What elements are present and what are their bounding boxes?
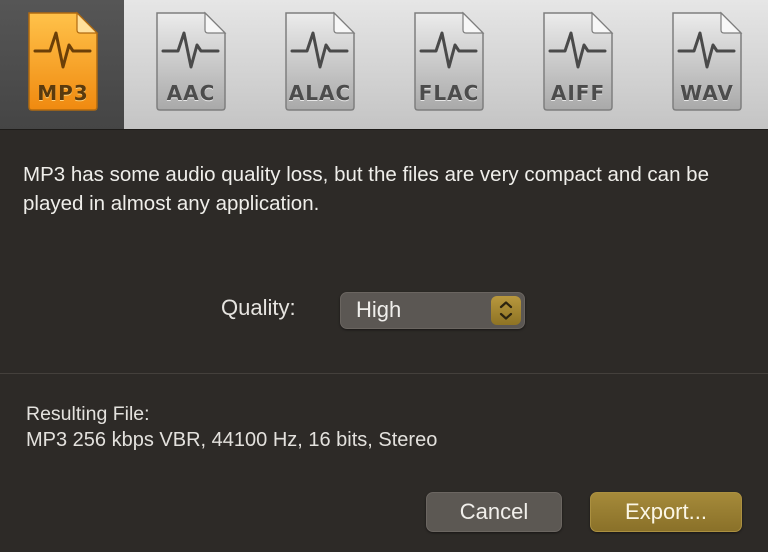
format-label: AAC <box>166 81 216 105</box>
aac-audio-file-icon: AAC <box>153 9 229 113</box>
format-description: MP3 has some audio quality loss, but the… <box>23 163 709 215</box>
mp3-audio-file-icon: MP3 <box>25 9 101 113</box>
flac-audio-file-icon: FLAC <box>411 9 487 113</box>
format-selector-bar: MP3 AAC ALAC FLAC AIFF WAV <box>0 0 768 130</box>
format-label: WAV <box>680 81 734 105</box>
quality-label: Quality: <box>221 295 296 320</box>
quality-popup-button[interactable]: High <box>340 292 525 329</box>
format-label: ALAC <box>288 81 352 105</box>
aiff-audio-file-icon: AIFF <box>540 9 616 113</box>
export-button[interactable]: Export... <box>590 492 742 532</box>
cancel-button[interactable]: Cancel <box>426 492 562 532</box>
resulting-file-label: Resulting File: <box>26 403 150 425</box>
format-tab-alac[interactable]: ALAC <box>257 0 381 129</box>
wav-audio-file-icon: WAV <box>669 9 745 113</box>
section-divider <box>0 373 768 374</box>
format-label: MP3 <box>37 81 89 105</box>
format-tab-aac[interactable]: AAC <box>128 0 252 129</box>
resulting-file-value: MP3 256 kbps VBR, 44100 Hz, 16 bits, Ste… <box>26 429 438 451</box>
format-label: AIFF <box>550 81 606 105</box>
format-tab-aiff[interactable]: AIFF <box>515 0 639 129</box>
alac-audio-file-icon: ALAC <box>282 9 358 113</box>
quality-selected-value: High <box>356 297 402 322</box>
up-down-chevron-icon <box>491 296 521 325</box>
format-label: FLAC <box>418 81 480 105</box>
format-tab-wav[interactable]: WAV <box>644 0 768 129</box>
format-tab-mp3[interactable]: MP3 <box>0 0 124 129</box>
format-tab-flac[interactable]: FLAC <box>386 0 510 129</box>
